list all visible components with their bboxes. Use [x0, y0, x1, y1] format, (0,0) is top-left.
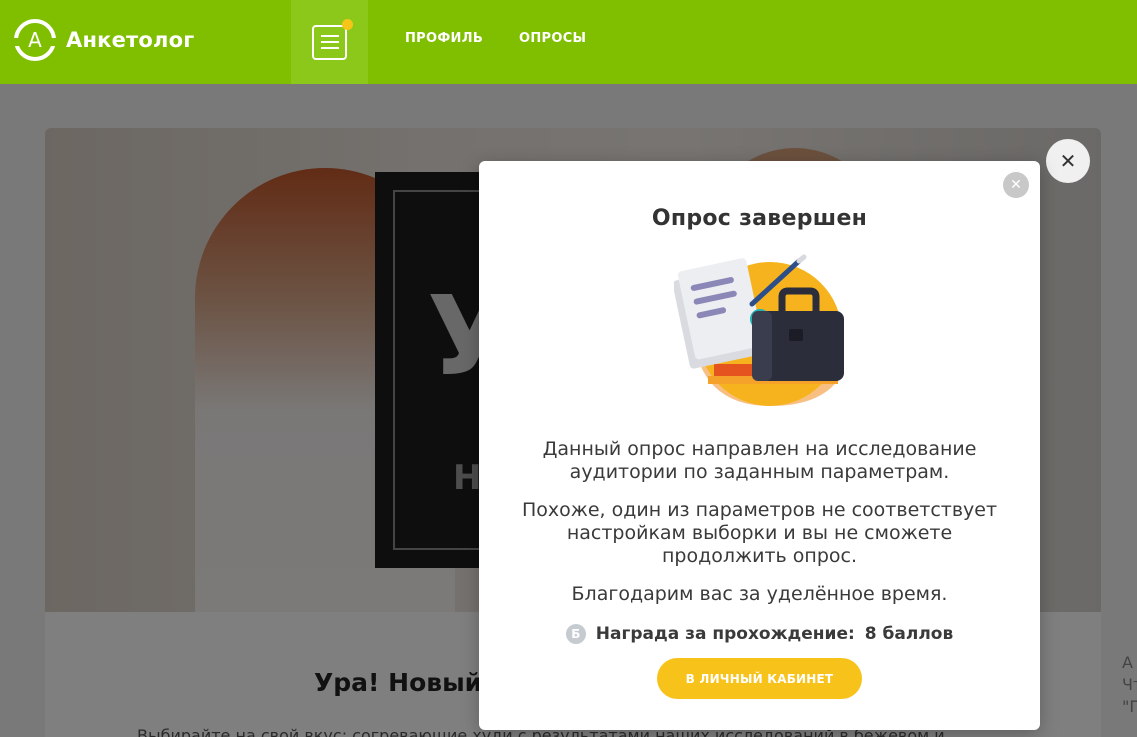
survey-complete-modal: ✕ Опрос завершен Данный опрос направлен …: [479, 161, 1040, 730]
overlay-close-button[interactable]: ✕: [1046, 139, 1090, 183]
modal-paragraph-3: Благодарим вас за уделённое время.: [571, 583, 948, 605]
reward-label: Награда за прохождение:: [595, 624, 855, 644]
menu-toggle-area[interactable]: [291, 0, 368, 84]
reward-line: Б Награда за прохождение: 8 баллов: [479, 624, 1040, 644]
coin-icon: Б: [565, 624, 586, 644]
hamburger-menu-icon[interactable]: [312, 18, 353, 60]
notification-dot: [342, 18, 353, 30]
nav-surveys[interactable]: ОПРОСЫ: [519, 31, 586, 46]
logo[interactable]: А Анкетолог: [11, 19, 195, 61]
top-header: А Анкетолог ПРОФИЛЬ ОПРОСЫ: [0, 0, 1137, 84]
modal-close-button[interactable]: ✕: [1003, 172, 1029, 198]
personal-cabinet-button[interactable]: В ЛИЧНЫЙ КАБИНЕТ: [657, 658, 862, 699]
logo-icon: А: [11, 19, 59, 61]
modal-paragraph-2: Похоже, один из параметров не соответств…: [521, 499, 998, 567]
close-icon: ✕: [1010, 177, 1022, 193]
nav-profile[interactable]: ПРОФИЛЬ: [405, 31, 483, 46]
survey-illustration: [674, 254, 844, 406]
close-icon: ✕: [1059, 149, 1077, 173]
modal-paragraph-1: Данный опрос направлен на исследование а…: [542, 438, 977, 483]
logo-text: Анкетолог: [66, 28, 195, 52]
modal-title: Опрос завершен: [651, 206, 868, 231]
reward-value: 8 баллов: [864, 624, 954, 644]
